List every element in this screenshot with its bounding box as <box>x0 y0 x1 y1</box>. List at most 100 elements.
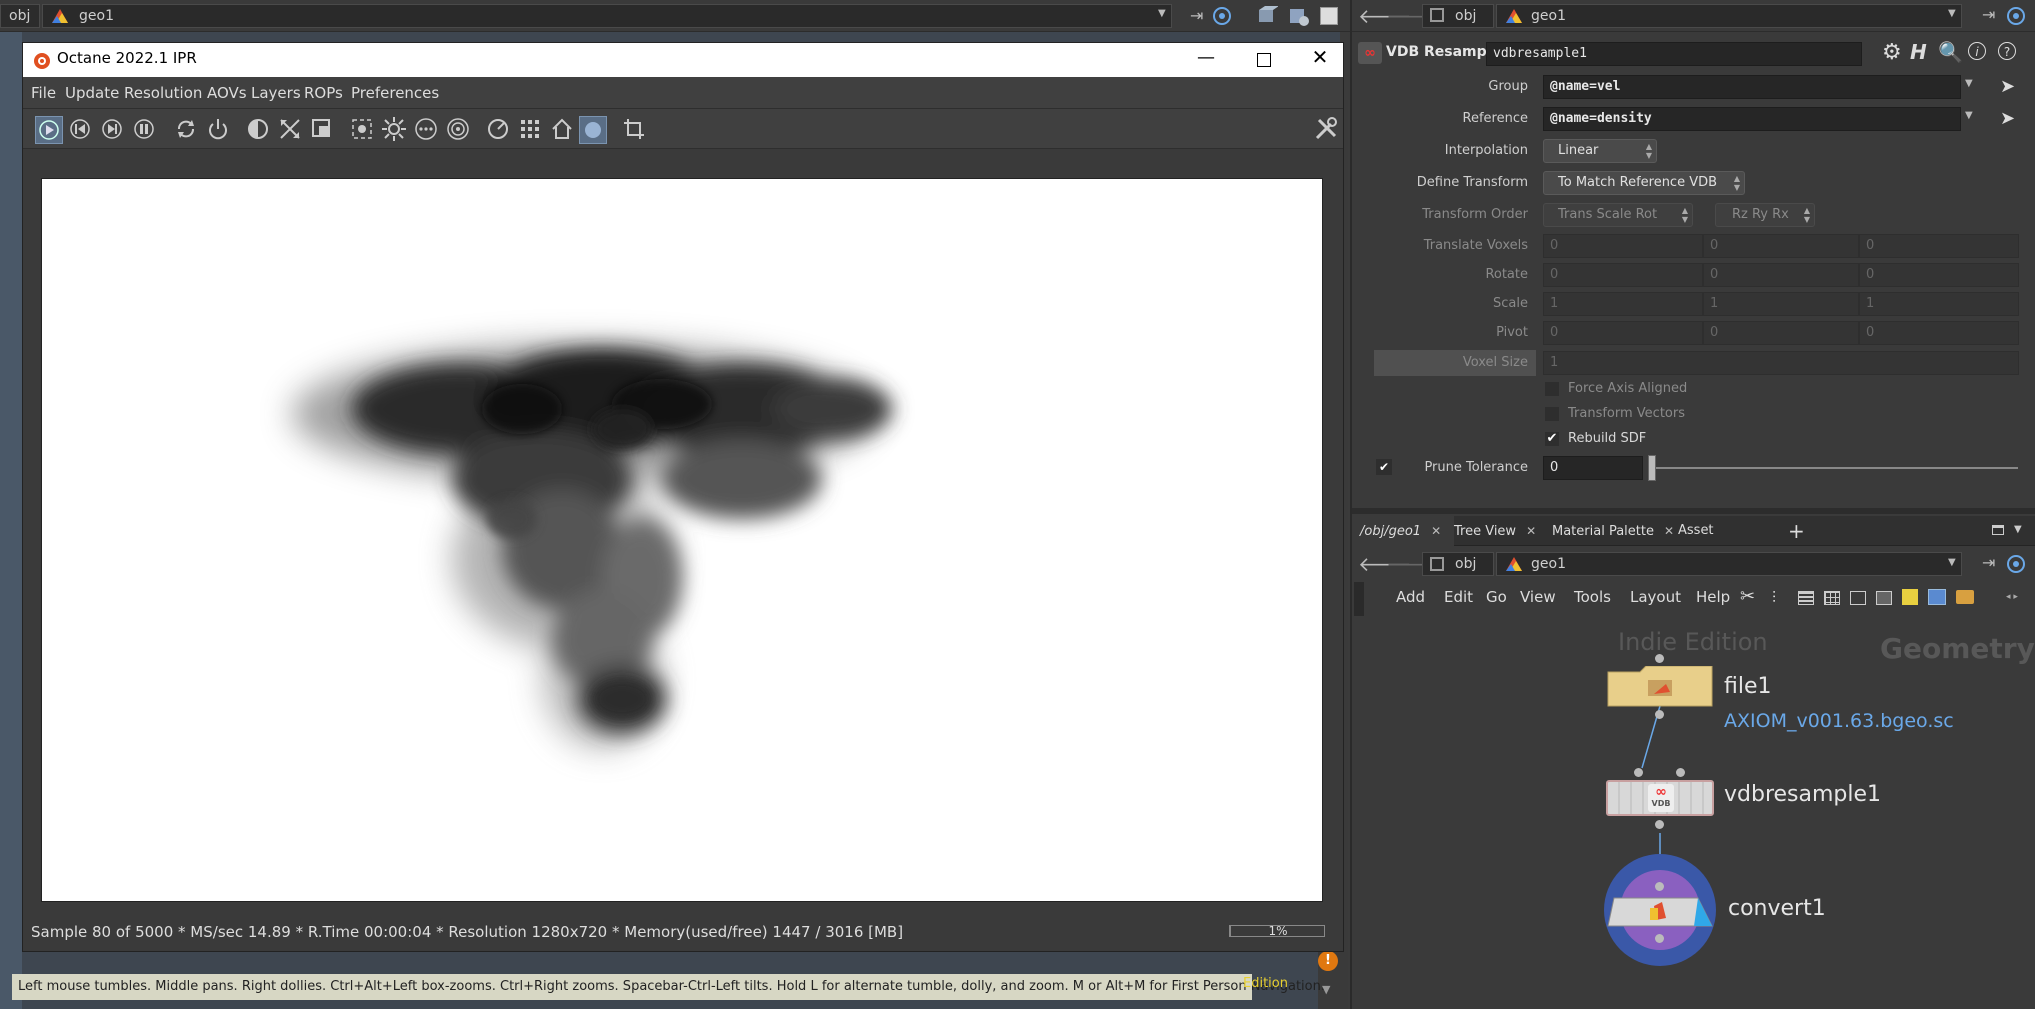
menu-aovs[interactable]: AOVs <box>207 84 247 102</box>
search-icon[interactable]: 🔍 <box>1938 40 1963 64</box>
menu-preferences[interactable]: Preferences <box>351 84 439 102</box>
node-input-dot[interactable] <box>1655 882 1664 891</box>
rotate-x[interactable]: 0 <box>1543 263 1703 287</box>
rotate-y[interactable]: 0 <box>1703 263 1859 287</box>
minimize-button[interactable]: — <box>1191 47 1221 73</box>
path-dropdown-arrow[interactable]: ▼ <box>1158 8 1166 19</box>
network-editor-canvas[interactable]: Indie Edition Geometry file1 AXIOM_v001.… <box>1352 618 2035 1009</box>
gauge-icon[interactable] <box>485 116 511 142</box>
home-icon[interactable] <box>549 116 575 142</box>
menu-help[interactable]: Help <box>1696 588 1730 606</box>
convert-node[interactable] <box>1606 896 1714 928</box>
fit-view-icon[interactable] <box>277 116 303 142</box>
transform-order-select[interactable]: Trans Scale Rot ▲ ▼ <box>1543 203 1693 227</box>
restart-render-icon[interactable] <box>67 116 93 142</box>
window-titlebar[interactable]: Octane 2022.1 IPR — ✕ <box>23 43 1343 77</box>
grid-mode-icon[interactable] <box>1824 591 1840 605</box>
collapse-strip[interactable] <box>1354 582 1364 616</box>
list-mode-icon[interactable] <box>1798 591 1814 605</box>
tab-asset-browser[interactable]: Asset Browser✕ <box>1670 516 1790 569</box>
prune-tolerance-slider-track[interactable] <box>1648 455 2018 481</box>
background-image-icon[interactable] <box>1928 589 1946 605</box>
sync-icon[interactable] <box>173 116 199 142</box>
prune-tolerance-field[interactable]: 0 <box>1543 456 1643 480</box>
node-input-dot[interactable] <box>1655 654 1664 663</box>
pane-divider[interactable] <box>1352 508 2035 514</box>
path-dropdown-arrow[interactable]: ▼ <box>1948 557 1956 568</box>
more-options-icon[interactable] <box>413 116 439 142</box>
menu-update[interactable]: Update <box>65 84 119 102</box>
rotate-z[interactable]: 0 <box>1859 263 2019 287</box>
close-button[interactable]: ✕ <box>1305 45 1335 73</box>
info-icon[interactable]: i <box>1968 42 1986 60</box>
path-dropdown-arrow[interactable]: ▼ <box>1948 8 1956 19</box>
reference-field[interactable]: @name=density <box>1543 107 1961 131</box>
tools-icon[interactable]: ✂ <box>1740 586 1755 607</box>
group-select-arrow-icon[interactable]: ➤ <box>2000 76 2015 97</box>
rebuild-sdf-checkbox[interactable]: ✔ <box>1545 432 1559 446</box>
reference-dropdown-icon[interactable]: ▼ <box>1965 110 1985 130</box>
menu-tools[interactable]: Tools <box>1574 588 1611 606</box>
pivot-y[interactable]: 0 <box>1703 321 1859 345</box>
menu-add[interactable]: Add <box>1396 588 1425 606</box>
menu-go[interactable]: Go <box>1486 588 1507 606</box>
pane-layout-icon[interactable] <box>1992 525 2004 535</box>
vdbresample-node[interactable]: ∞ VDB <box>1606 780 1714 816</box>
tile-mode-icon[interactable] <box>1850 591 1866 605</box>
gear-icon[interactable]: ⚙ <box>1882 40 1902 65</box>
help-h-icon[interactable]: H <box>1910 40 1927 64</box>
tree-layout-icon[interactable]: ⫶ <box>1772 588 1776 608</box>
node-output-dot[interactable] <box>1655 820 1664 829</box>
pane-menu-icon[interactable]: ▼ <box>2014 524 2022 535</box>
node-input-dot[interactable] <box>1634 768 1643 777</box>
pin-icon[interactable]: ⇥ <box>1982 5 1995 24</box>
tab-material-palette[interactable]: Material Palette ✕ <box>1544 516 1678 546</box>
reference-select-arrow-icon[interactable]: ➤ <box>2000 108 2015 129</box>
menu-layers[interactable]: Layers <box>251 84 301 102</box>
define-transform-select[interactable]: To Match Reference VDB ▲ ▼ <box>1543 171 1745 195</box>
render-viewport[interactable] <box>41 178 1323 902</box>
force-axis-aligned-checkbox[interactable] <box>1545 382 1559 396</box>
clay-mode-icon[interactable] <box>245 116 271 142</box>
prune-tolerance-slider-handle[interactable] <box>1648 455 1656 481</box>
menu-file[interactable]: File <box>31 84 56 102</box>
maximize-pane-icon[interactable] <box>1320 7 1338 25</box>
start-render-icon[interactable] <box>35 116 63 144</box>
translate-voxels-y[interactable]: 0 <box>1703 234 1859 258</box>
pivot-x[interactable]: 0 <box>1543 321 1703 345</box>
node-output-dot[interactable] <box>1655 934 1664 943</box>
network-view-icon[interactable] <box>1876 591 1892 605</box>
grid-icon[interactable] <box>517 116 543 142</box>
menu-resolution[interactable]: Resolution <box>124 84 202 102</box>
scale-x[interactable]: 1 <box>1543 292 1703 316</box>
lock-viewport-icon[interactable] <box>579 116 607 144</box>
link-icon[interactable] <box>2006 554 2026 574</box>
interpolation-select[interactable]: Linear ▲ ▼ <box>1543 139 1657 163</box>
node-output-dot[interactable] <box>1655 710 1664 719</box>
help-icon[interactable]: ? <box>1998 42 2016 60</box>
pivot-z[interactable]: 0 <box>1859 321 2019 345</box>
link-icon[interactable] <box>1212 6 1232 26</box>
scale-y[interactable]: 1 <box>1703 292 1859 316</box>
close-icon[interactable]: ✕ <box>1431 524 1441 538</box>
power-icon[interactable] <box>205 116 231 142</box>
close-icon[interactable]: ✕ <box>1526 524 1536 538</box>
target-icon[interactable] <box>445 116 471 142</box>
vdbresample-node-name[interactable]: vdbresample1 <box>1724 782 1881 807</box>
link-icon[interactable] <box>2006 6 2026 26</box>
pick-focus-icon[interactable] <box>349 116 375 142</box>
scroll-down-icon[interactable]: ▼ <box>1322 983 1330 996</box>
pick-white-balance-icon[interactable] <box>381 116 407 142</box>
network-box-icon[interactable] <box>1956 590 1974 604</box>
sticky-note-icon[interactable] <box>1902 589 1918 605</box>
pin-icon[interactable]: ⇥ <box>1982 553 1995 572</box>
menu-edit[interactable]: Edit <box>1444 588 1473 606</box>
stop-render-icon[interactable] <box>99 116 125 142</box>
add-tab-icon[interactable]: + <box>1788 519 1805 543</box>
tab-tree-view[interactable]: Tree View ✕ <box>1446 516 1552 546</box>
group-dropdown-icon[interactable]: ▼ <box>1965 78 1985 98</box>
display-options-icon[interactable] <box>1256 5 1278 27</box>
voxel-size-field[interactable]: 1 <box>1543 351 2019 375</box>
menu-layout[interactable]: Layout <box>1630 588 1681 606</box>
warning-icon[interactable]: ! <box>1318 951 1338 971</box>
